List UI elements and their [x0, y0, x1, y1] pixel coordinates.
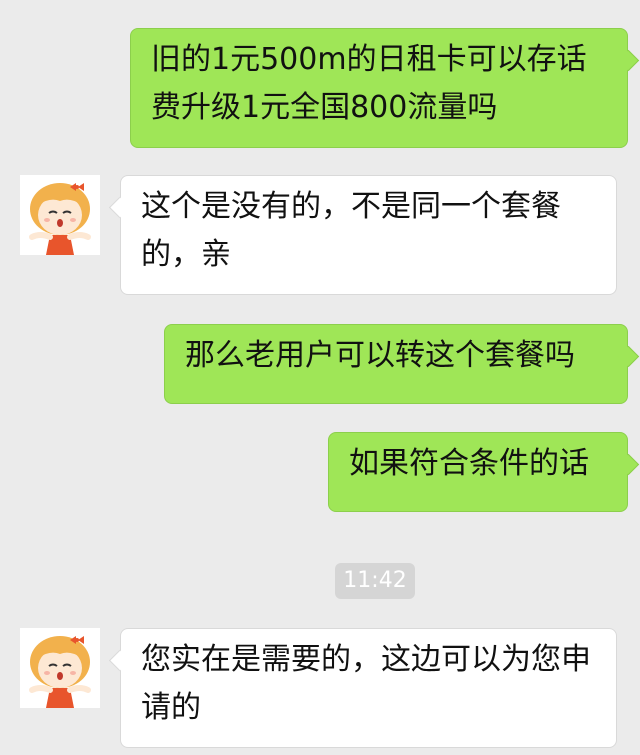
contact-avatar[interactable]	[20, 628, 100, 708]
chat-window: 旧的1元500m的日租卡可以存话费升级1元全国800流量吗 这个是没有的，不是同…	[0, 0, 640, 755]
contact-avatar[interactable]	[20, 175, 100, 255]
message-timestamp: 11:42	[335, 563, 415, 599]
message-bubble-sent[interactable]: 如果符合条件的话	[328, 432, 628, 512]
message-text: 旧的1元500m的日租卡可以存话费升级1元全国800流量吗	[151, 42, 587, 125]
message-text: 那么老用户可以转这个套餐吗	[185, 338, 575, 373]
cartoon-girl-avatar-icon	[20, 175, 100, 255]
message-text: 您实在是需要的，这边可以为您申请的	[141, 642, 591, 725]
cartoon-girl-avatar-icon	[20, 628, 100, 708]
message-bubble-sent[interactable]: 那么老用户可以转这个套餐吗	[164, 324, 628, 404]
message-bubble-received[interactable]: 您实在是需要的，这边可以为您申请的	[120, 628, 617, 748]
message-bubble-sent[interactable]: 旧的1元500m的日租卡可以存话费升级1元全国800流量吗	[130, 28, 628, 148]
message-text: 如果符合条件的话	[349, 446, 589, 481]
message-bubble-received[interactable]: 这个是没有的，不是同一个套餐的，亲	[120, 175, 617, 295]
message-text: 这个是没有的，不是同一个套餐的，亲	[141, 189, 561, 272]
